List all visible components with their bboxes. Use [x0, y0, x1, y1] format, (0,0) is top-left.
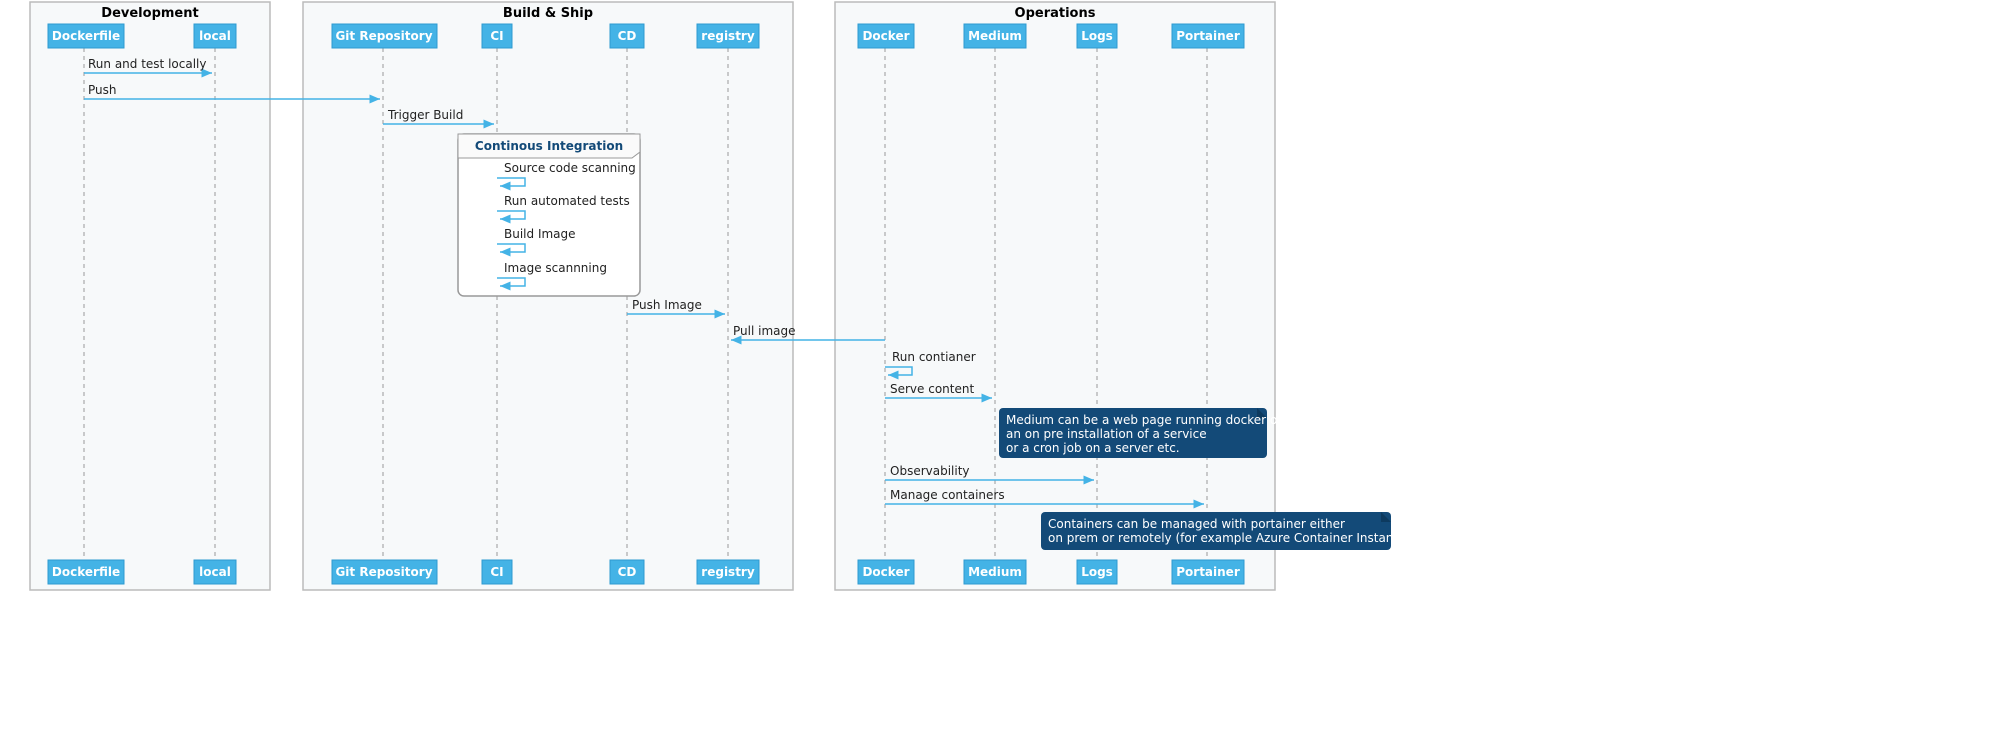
participant-logs-bottom: Logs — [1077, 560, 1117, 584]
label-push: Push — [88, 83, 117, 97]
participant-medium-bottom: Medium — [964, 560, 1026, 584]
svg-text:Medium: Medium — [968, 29, 1022, 43]
participant-medium-top: Medium — [964, 24, 1026, 48]
participant-local-bottom: local — [194, 560, 236, 584]
label-trigger: Trigger Build — [387, 108, 463, 122]
label-scan-src: Source code scanning — [504, 161, 636, 175]
participant-logs-top: Logs — [1077, 24, 1117, 48]
label-pull-img: Pull image — [733, 324, 796, 338]
svg-text:an on pre installation of a se: an on pre installation of a service — [1006, 427, 1207, 441]
svg-text:Portainer: Portainer — [1176, 29, 1240, 43]
label-build-img: Build Image — [504, 227, 576, 241]
sequence-diagram: Development Build & Ship Operations Dock… — [0, 0, 1999, 752]
participant-portainer-top: Portainer — [1172, 24, 1244, 48]
svg-text:or a cron job on a server etc.: or a cron job on a server etc. — [1006, 441, 1180, 455]
note-medium: Medium can be a web page running docker … — [999, 408, 1282, 458]
note-portainer: Containers can be managed with portainer… — [1041, 512, 1418, 550]
svg-text:Containers can be managed with: Containers can be managed with portainer… — [1048, 517, 1345, 531]
group-dev — [30, 2, 270, 590]
participant-dockerfile-top: Dockerfile — [48, 24, 124, 48]
participant-local-top: local — [194, 24, 236, 48]
svg-text:Logs: Logs — [1081, 29, 1113, 43]
participant-docker-top: Docker — [858, 24, 914, 48]
participant-ci-top: CI — [482, 24, 512, 48]
svg-text:Git Repository: Git Repository — [335, 29, 432, 43]
svg-text:Medium can be a web page runni: Medium can be a web page running docker … — [1006, 413, 1282, 427]
label-run-tests: Run automated tests — [504, 194, 630, 208]
frame-ci-title: Continous Integration — [475, 139, 623, 153]
label-obs: Observability — [890, 464, 970, 478]
participant-dockerfile-bottom: Dockerfile — [48, 560, 124, 584]
group-build-title: Build & Ship — [503, 6, 593, 21]
label-serve: Serve content — [890, 382, 974, 396]
svg-text:on prem or remotely (for examp: on prem or remotely (for example Azure C… — [1048, 531, 1418, 545]
svg-text:CI: CI — [490, 565, 503, 579]
svg-text:Git Repository: Git Repository — [335, 565, 432, 579]
svg-text:Logs: Logs — [1081, 565, 1113, 579]
participant-cd-top: CD — [610, 24, 644, 48]
participant-portainer-bottom: Portainer — [1172, 560, 1244, 584]
svg-text:Medium: Medium — [968, 565, 1022, 579]
svg-text:registry: registry — [701, 29, 755, 43]
participant-git-bottom: Git Repository — [332, 560, 437, 584]
group-ops-title: Operations — [1015, 6, 1096, 21]
participant-git-top: Git Repository — [332, 24, 437, 48]
svg-text:local: local — [199, 29, 231, 43]
label-scan-img: Image scannning — [504, 261, 607, 275]
label-run-local: Run and test locally — [88, 57, 206, 71]
label-manage: Manage containers — [890, 488, 1005, 502]
svg-text:local: local — [199, 565, 231, 579]
svg-text:registry: registry — [701, 565, 755, 579]
svg-text:Dockerfile: Dockerfile — [52, 29, 120, 43]
svg-text:CD: CD — [618, 565, 637, 579]
label-push-img: Push Image — [632, 298, 702, 312]
participant-ci-bottom: CI — [482, 560, 512, 584]
participant-docker-bottom: Docker — [858, 560, 914, 584]
group-dev-title: Development — [101, 6, 198, 21]
participant-cd-bottom: CD — [610, 560, 644, 584]
participant-registry-top: registry — [697, 24, 759, 48]
svg-text:Portainer: Portainer — [1176, 565, 1240, 579]
label-run-ctr: Run contianer — [892, 350, 976, 364]
svg-text:Docker: Docker — [862, 565, 909, 579]
svg-text:Dockerfile: Dockerfile — [52, 565, 120, 579]
svg-text:CD: CD — [618, 29, 637, 43]
svg-text:CI: CI — [490, 29, 503, 43]
participant-registry-bottom: registry — [697, 560, 759, 584]
svg-text:Docker: Docker — [862, 29, 909, 43]
